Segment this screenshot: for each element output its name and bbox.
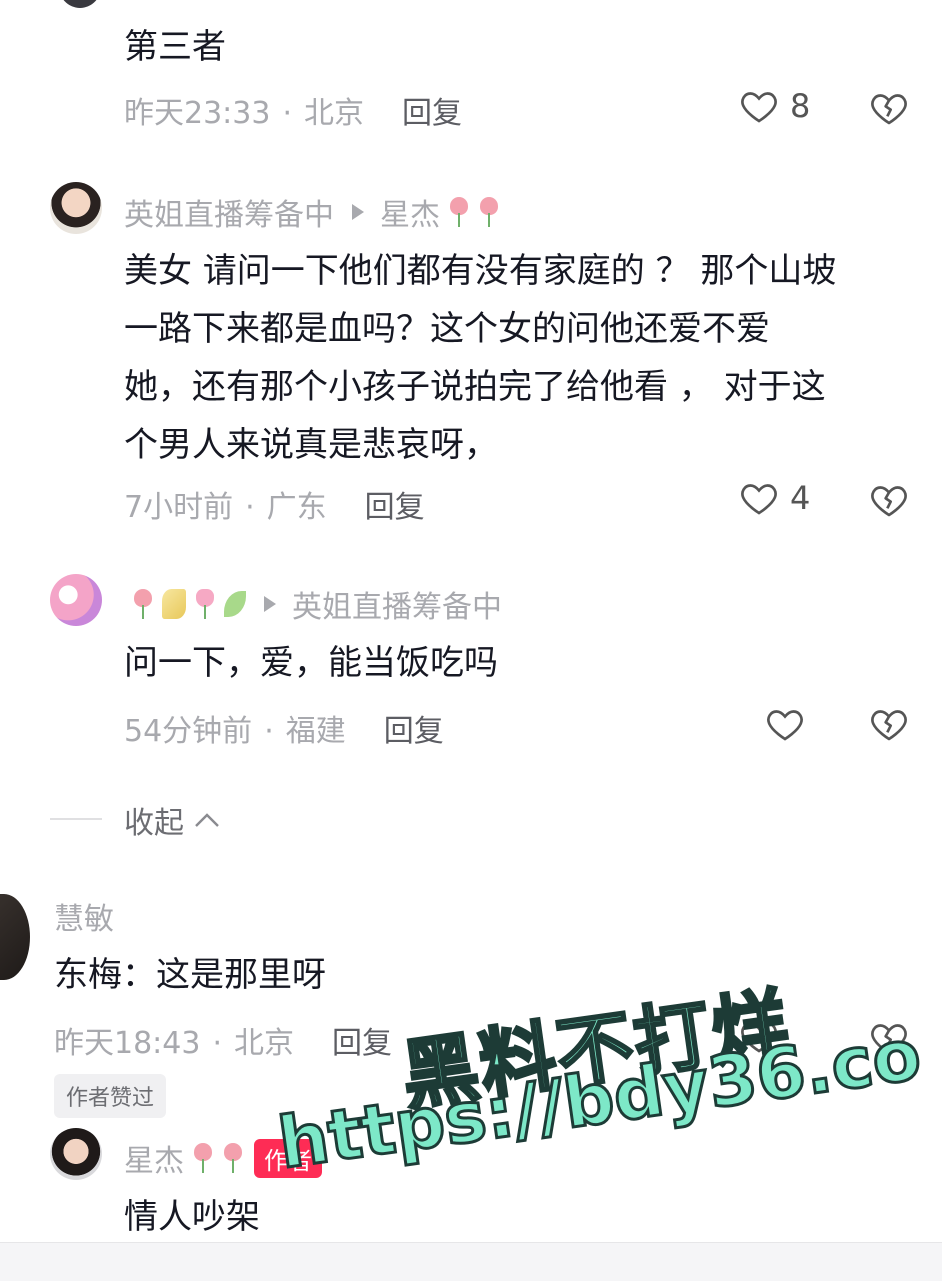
reply-to-username[interactable]: 英姐直播筹备中 <box>292 582 502 626</box>
reply-arrow-icon <box>264 596 276 612</box>
comment-text-line: 美女 请问一下他们都有没有家庭的 ？ 那个山坡 <box>124 251 837 291</box>
wheat-emoji-icon <box>162 589 186 619</box>
broken-heart-icon <box>871 710 907 741</box>
broken-heart-icon <box>871 94 907 125</box>
like-count: 4 <box>790 479 811 517</box>
divider <box>50 818 102 820</box>
comment-user-row: 英姐直播筹备中 星杰 <box>124 190 500 234</box>
dislike-button[interactable] <box>868 704 910 748</box>
like-button[interactable] <box>764 704 806 744</box>
reply-button[interactable]: 回复 <box>384 714 444 749</box>
comment-meta: 昨天23:33 · 北京 回复 <box>124 96 463 131</box>
comment-meta: 7小时前 · 广东 回复 <box>124 490 425 525</box>
comment-text: 问一下，爱，能当饭吃吗 <box>124 643 498 683</box>
tulip-emoji-icon <box>194 589 216 619</box>
comment-time: 昨天23:33 <box>124 96 271 131</box>
comment-text-line: 一路下来都是血吗？这个女的问他还爱不爱 <box>124 309 770 349</box>
comment-meta: 54分钟前 · 福建 回复 <box>124 714 444 749</box>
avatar[interactable] <box>0 894 30 980</box>
reply-arrow-icon <box>352 204 364 220</box>
reply-button[interactable]: 回复 <box>332 1026 392 1061</box>
comment-text: 美女 请问一下他们都有没有家庭的 ？ 那个山坡 一路下来都是血吗？这个女的问他还… <box>124 242 924 474</box>
dislike-button[interactable] <box>868 480 910 524</box>
author-liked-badge: 作者赞过 <box>54 1074 167 1118</box>
reply-button[interactable]: 回复 <box>365 490 425 525</box>
broken-heart-icon <box>871 486 907 517</box>
like-button[interactable]: 8 <box>738 86 810 126</box>
avatar[interactable] <box>50 574 102 626</box>
comment-user-row: 英姐直播筹备中 <box>124 582 502 626</box>
collapse-replies-button[interactable]: 收起 <box>124 798 222 842</box>
avatar[interactable] <box>58 0 102 8</box>
heart-icon <box>741 92 777 123</box>
comment-input-bar[interactable] <box>0 1242 942 1281</box>
rose-emoji-icon <box>132 589 154 619</box>
comment-time: 7小时前 <box>124 490 234 525</box>
heart-icon <box>767 710 803 741</box>
avatar[interactable] <box>50 1128 102 1180</box>
reply-to-username[interactable]: 星杰 <box>380 190 440 234</box>
comment-text: 情人吵架 <box>124 1197 260 1237</box>
chevron-up-icon <box>195 813 219 827</box>
username[interactable]: 慧敏 <box>54 894 114 938</box>
rose-emoji-icon <box>478 197 500 227</box>
dislike-button[interactable] <box>868 88 910 132</box>
like-count: 8 <box>790 87 811 125</box>
leaf-emoji-icon <box>224 591 246 617</box>
comment-time: 54分钟前 <box>124 714 253 749</box>
comment-text: 东梅：这是那里呀 <box>54 955 326 995</box>
comment-location: 福建 <box>285 714 346 749</box>
rose-emoji-icon <box>192 1143 214 1173</box>
comment-text-line: 她，还有那个小孩子说拍完了给他看 ， 对于这 <box>124 367 826 407</box>
avatar[interactable] <box>50 182 102 234</box>
heart-icon <box>741 484 777 515</box>
username[interactable]: 星杰 <box>124 1136 184 1180</box>
rose-emoji-icon <box>222 1143 244 1173</box>
comment-meta: 昨天18:43 · 北京 回复 <box>54 1026 393 1061</box>
comment-text-line: 个男人来说真是悲哀呀， <box>124 425 498 465</box>
comment-location: 广东 <box>266 490 327 525</box>
username[interactable]: 英姐直播筹备中 <box>124 190 334 234</box>
collapse-label: 收起 <box>124 806 184 841</box>
like-button[interactable]: 4 <box>738 478 810 518</box>
comment-location: 北京 <box>304 96 365 131</box>
rose-emoji-icon <box>448 197 470 227</box>
reply-button[interactable]: 回复 <box>402 96 462 131</box>
comment-text: 第三者 <box>124 27 226 67</box>
comment-time: 昨天18:43 <box>54 1026 201 1061</box>
comment-location: 北京 <box>234 1026 295 1061</box>
